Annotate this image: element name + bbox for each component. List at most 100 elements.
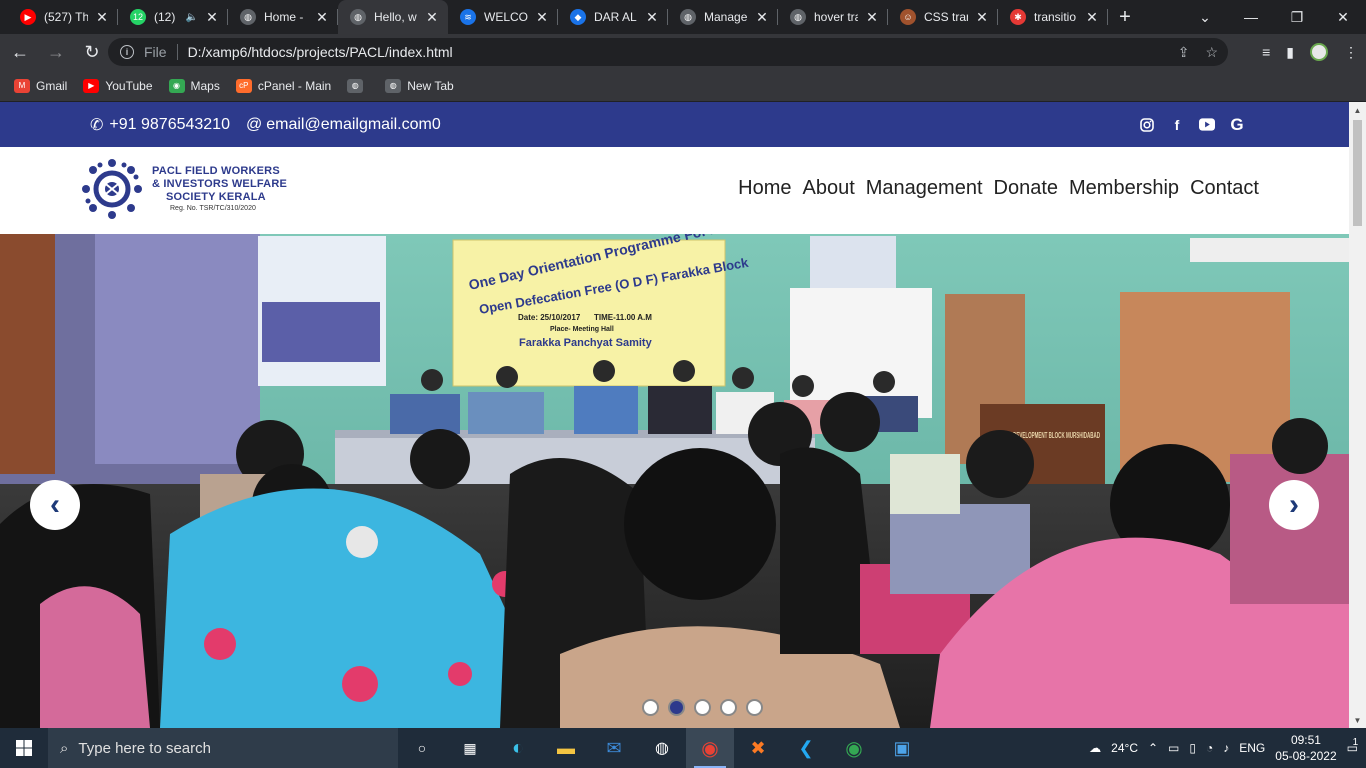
page-scrollbar[interactable]: ▲ ▼ [1349,102,1366,728]
email-contact[interactable]: @ email@emailgmail.com0 [246,116,441,134]
tab-close-icon[interactable]: ✕ [204,9,220,26]
tab-close-icon[interactable]: ✕ [94,9,110,26]
facebook-icon[interactable]: f [1169,117,1185,133]
browser-tab[interactable]: ◆ DAR AL I ✕ [558,0,668,34]
bookmark-item[interactable]: ▶ YouTube [83,78,153,93]
tab-title: (527) Th [44,10,88,24]
browser-tab[interactable]: ☺ CSS tran ✕ [888,0,998,34]
new-tab-button[interactable]: + [1108,0,1142,34]
tab-strip: ▶ (527) Th ✕ 12 (12) 🔈 ✕ ◍ Home - ✕ ◍ Hello, w ✕ ≋ WEL… [0,0,1366,34]
media-control-icon[interactable]: ≡ [1262,44,1270,60]
browser-tab[interactable]: ≋ WELCOM ✕ [448,0,558,34]
nav-link-home[interactable]: Home [738,177,791,200]
address-url[interactable]: D:/xamp6/htdocs/projects/PACL/index.html [188,44,453,60]
wifi-icon[interactable]: ◔ [1206,741,1213,755]
tab-close-icon[interactable]: ✕ [534,9,550,26]
forward-button[interactable]: → [40,36,72,68]
slider-dot[interactable] [668,699,685,716]
nav-link-donate[interactable]: Donate [994,177,1059,200]
address-bar[interactable]: i File D:/xamp6/htdocs/projects/PACL/ind… [108,38,1228,66]
google-icon[interactable]: G [1229,115,1245,134]
profile-avatar[interactable] [1310,43,1328,61]
slider-dot[interactable] [746,699,763,716]
phone-contact[interactable]: ✆ +91 9876543210 [90,115,230,135]
system-tray: ☁ 24°C ⌃ ▭ ▯ ◔ ♪ ENG 09:51 05-08-2022 ▭ 1 [1089,728,1366,768]
tab-search-icon[interactable]: ⌄ [1182,0,1228,34]
volume-icon[interactable]: ♪ [1223,741,1229,755]
info-icon[interactable]: i [120,45,134,59]
browser-tab[interactable]: 12 (12) 🔈 ✕ [118,0,228,34]
vscode-icon[interactable]: ❮ [782,728,830,768]
clock[interactable]: 09:51 05-08-2022 [1275,732,1336,764]
store-icon[interactable]: ◍ [638,728,686,768]
nav-link-membership[interactable]: Membership [1069,177,1179,200]
minimize-button[interactable]: — [1228,0,1274,34]
file-explorer-icon[interactable]: ▬ [542,728,590,768]
mail-icon[interactable]: ✉ [590,728,638,768]
windows-taskbar: ⌕ Type here to search ○ ▦ ◐ ▬ ✉ ◍ ◉ ✖ ❮ … [0,728,1366,768]
widgets-icon[interactable]: ▦ [446,728,494,768]
tab-close-icon[interactable]: ✕ [864,9,880,26]
bookmark-item[interactable]: ◍ [347,78,369,93]
battery-icon[interactable]: ▯ [1189,741,1196,755]
slider-dot[interactable] [720,699,737,716]
photos-icon[interactable]: ▣ [878,728,926,768]
side-panel-icon[interactable]: ▮ [1286,44,1294,61]
scroll-thumb[interactable] [1353,120,1362,226]
tab-close-icon[interactable]: ✕ [424,9,440,26]
browser-tab[interactable]: ◍ Manage ✕ [668,0,778,34]
meet-icon[interactable]: ▭ [1168,741,1179,755]
nav-link-management[interactable]: Management [866,177,983,200]
chrome-profile-icon[interactable]: ◉ [830,728,878,768]
nav-link-about[interactable]: About [803,177,855,200]
instagram-icon[interactable] [1139,117,1155,133]
browser-tab[interactable]: ◍ Hello, w ✕ [338,0,448,34]
edge-icon[interactable]: ◐ [494,728,542,768]
chrome-icon[interactable]: ◉ [686,728,734,768]
tab-close-icon[interactable]: ✕ [644,9,660,26]
browser-tab[interactable]: ◍ Home - ✕ [228,0,338,34]
close-window-button[interactable]: ✕ [1320,0,1366,34]
browser-tab[interactable]: ◍ hover tra ✕ [778,0,888,34]
notifications-icon[interactable]: ▭ 1 [1347,737,1359,755]
bookmark-star-icon[interactable]: ☆ [1205,44,1218,61]
youtube-icon[interactable] [1199,117,1215,133]
tab-favicon-icon: ◍ [790,9,806,25]
weather-temp[interactable]: 24°C [1111,741,1138,755]
scroll-up-arrow[interactable]: ▲ [1349,102,1366,118]
weather-icon[interactable]: ☁ [1089,741,1101,755]
tab-title: hover tra [814,10,858,24]
back-button[interactable]: ← [4,36,36,68]
site-logo[interactable]: PACL FIELD WORKERS & INVESTORS WELFARE S… [80,157,287,221]
taskbar-search[interactable]: ⌕ Type here to search [48,728,398,768]
browser-tab[interactable]: ✱ transitio ✕ [998,0,1108,34]
tray-chevron-icon[interactable]: ⌃ [1148,741,1158,755]
slider-prev-button[interactable]: ‹ [30,480,80,530]
tab-title: WELCOM [484,10,528,24]
xampp-icon[interactable]: ✖ [734,728,782,768]
browser-tab[interactable]: ▶ (527) Th ✕ [8,0,118,34]
bookmark-item[interactable]: ◉ Maps [168,78,220,93]
restore-button[interactable]: ❐ [1274,0,1320,34]
tab-close-icon[interactable]: ✕ [754,9,770,26]
slider-next-button[interactable]: › [1269,480,1319,530]
tab-close-icon[interactable]: ✕ [974,9,990,26]
share-icon[interactable]: ⇪ [1178,44,1190,61]
tab-close-icon[interactable]: ✕ [1084,9,1100,26]
tab-audio-icon[interactable]: 🔈 [186,12,198,23]
nav-link-contact[interactable]: Contact [1190,177,1259,200]
bookmark-item[interactable]: ◍ New Tab [385,78,454,93]
slider-dot[interactable] [694,699,711,716]
bookmark-favicon-icon: cP [235,78,252,93]
language-indicator[interactable]: ENG [1239,741,1265,755]
slider-dot[interactable] [642,699,659,716]
menu-kebab-icon[interactable]: ⋮ [1344,44,1358,61]
task-view-icon[interactable]: ○ [398,728,446,768]
tab-close-icon[interactable]: ✕ [314,9,330,26]
windows-start-button[interactable] [0,728,48,768]
reload-button[interactable]: ↻ [76,36,108,68]
tab-favicon-icon: ◍ [350,9,366,25]
bookmark-item[interactable]: M Gmail [14,78,67,93]
scroll-down-arrow[interactable]: ▼ [1349,712,1366,728]
bookmark-item[interactable]: cP cPanel - Main [235,78,331,93]
